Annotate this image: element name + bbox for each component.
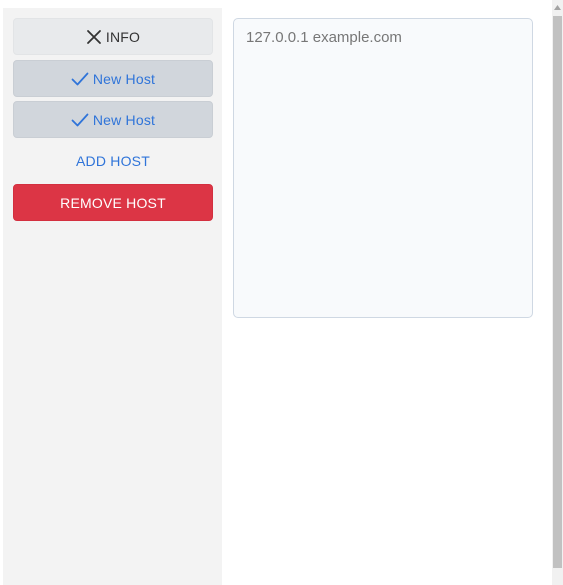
sidebar: INFO New Host New Host ADD HOST REMOVE H… (3, 8, 222, 585)
info-button-label: INFO (105, 28, 141, 45)
add-host-button[interactable]: ADD HOST (13, 143, 213, 179)
host-item-2[interactable]: New Host (13, 101, 213, 138)
host-item-1[interactable]: New Host (13, 60, 213, 97)
host-item-label: New Host (92, 111, 156, 128)
add-host-label: ADD HOST (76, 153, 150, 169)
close-icon (86, 29, 102, 45)
check-icon (71, 71, 89, 87)
editor-placeholder: 127.0.0.1 example.com (246, 29, 402, 46)
remove-host-label: REMOVE HOST (60, 194, 166, 211)
host-item-label: New Host (92, 70, 156, 87)
hosts-editor-textarea[interactable]: 127.0.0.1 example.com (233, 18, 533, 318)
remove-host-button[interactable]: REMOVE HOST (13, 184, 213, 221)
scroll-up-arrow-icon[interactable] (552, 0, 563, 14)
check-icon (71, 112, 89, 128)
info-button[interactable]: INFO (13, 18, 213, 55)
scrollbar-thumb[interactable] (553, 16, 562, 568)
app-window: INFO New Host New Host ADD HOST REMOVE H… (0, 0, 563, 585)
vertical-scrollbar[interactable] (552, 0, 563, 585)
